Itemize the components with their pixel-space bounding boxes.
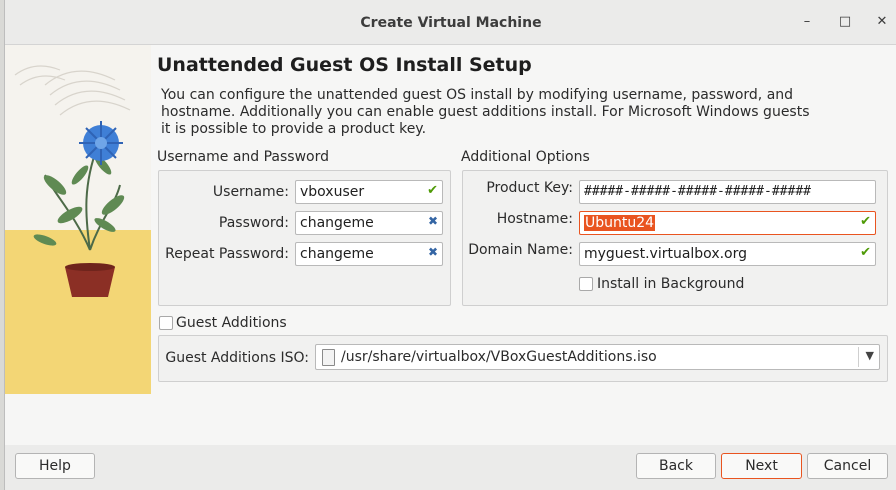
title-bar: Create Virtual Machine – □ ✕ <box>5 0 896 45</box>
chevron-down-icon[interactable]: ▼ <box>866 349 874 362</box>
password-value: changeme <box>300 215 374 231</box>
install-background-checkbox[interactable] <box>579 277 593 291</box>
username-field[interactable]: vboxuser ✔ <box>295 180 443 204</box>
maximize-icon[interactable]: □ <box>835 12 855 32</box>
product-key-label: Product Key: <box>486 180 573 196</box>
wizard-illustration <box>5 45 151 394</box>
window-title: Create Virtual Machine <box>360 15 542 31</box>
show-password-icon[interactable]: ✖ <box>428 214 438 228</box>
username-value: vboxuser <box>300 184 365 200</box>
hostname-field[interactable]: Ubuntu24 ✔ <box>579 211 876 235</box>
domain-name-label: Domain Name: <box>468 242 573 258</box>
repeat-password-field[interactable]: changeme ✖ <box>295 242 443 266</box>
minimize-icon[interactable]: – <box>797 12 817 32</box>
close-icon[interactable]: ✕ <box>872 12 892 32</box>
domain-name-field[interactable]: myguest.virtualbox.org ✔ <box>579 242 876 266</box>
domain-name-value: myguest.virtualbox.org <box>584 246 748 262</box>
guest-additions-iso-value: /usr/share/virtualbox/VBoxGuestAdditions… <box>341 349 657 365</box>
user-group-title: Username and Password <box>157 149 329 165</box>
username-label: Username: <box>212 184 289 200</box>
guest-additions-iso-label: Guest Additions ISO: <box>165 350 309 366</box>
hostname-label: Hostname: <box>496 211 573 227</box>
cancel-button[interactable]: Cancel <box>807 453 888 479</box>
repeat-password-label: Repeat Password: <box>165 246 289 262</box>
dropdown-divider <box>858 347 859 367</box>
password-label: Password: <box>218 215 289 231</box>
file-icon <box>322 349 335 366</box>
next-button[interactable]: Next <box>721 453 802 479</box>
flower-pot-illustration <box>5 45 151 394</box>
show-repeat-password-icon[interactable]: ✖ <box>428 245 438 259</box>
page-description: You can configure the unattended guest O… <box>161 87 810 137</box>
install-background-label[interactable]: Install in Background <box>597 276 744 292</box>
product-key-value: #####-#####-#####-#####-##### <box>584 184 811 199</box>
hostname-value: Ubuntu24 <box>584 215 656 231</box>
valid-check-icon: ✔ <box>860 214 871 229</box>
guest-additions-label[interactable]: Guest Additions <box>176 315 287 331</box>
valid-check-icon: ✔ <box>860 245 871 260</box>
guest-additions-iso-combo[interactable]: /usr/share/virtualbox/VBoxGuestAdditions… <box>315 344 880 370</box>
guest-additions-checkbox[interactable] <box>159 316 173 330</box>
repeat-password-value: changeme <box>300 246 374 262</box>
additional-group-title: Additional Options <box>461 149 590 165</box>
password-field[interactable]: changeme ✖ <box>295 211 443 235</box>
valid-check-icon: ✔ <box>427 183 438 198</box>
help-button[interactable]: Help <box>15 453 95 479</box>
back-button[interactable]: Back <box>636 453 716 479</box>
page-heading: Unattended Guest OS Install Setup <box>157 54 532 76</box>
create-vm-window: Create Virtual Machine – □ ✕ Unattended … <box>4 0 896 490</box>
product-key-field[interactable]: #####-#####-#####-#####-##### <box>579 180 876 204</box>
